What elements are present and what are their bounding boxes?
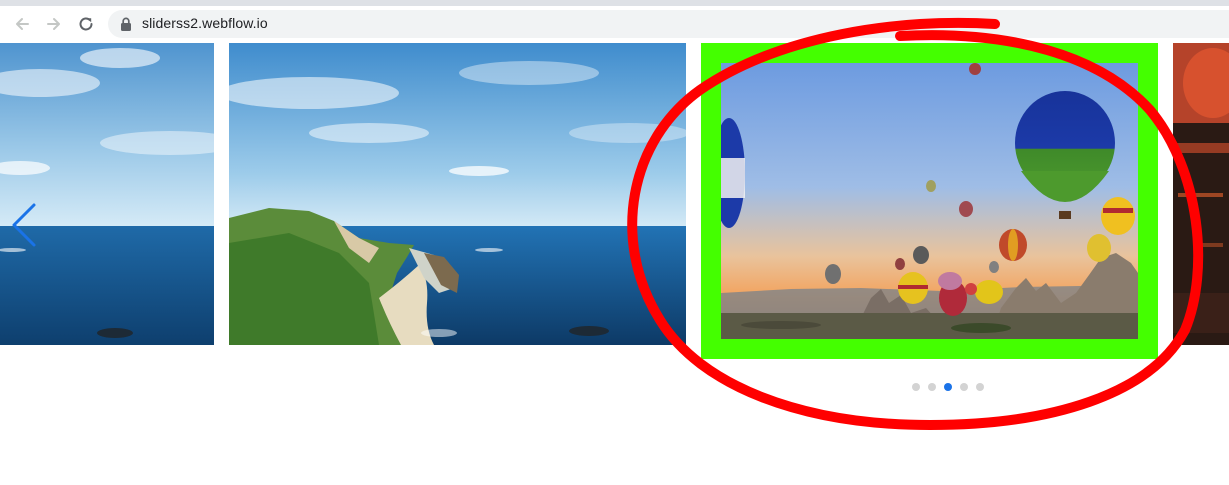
- slider-dot-1[interactable]: [912, 383, 920, 391]
- forward-button[interactable]: [41, 11, 67, 37]
- slide-1[interactable]: [0, 43, 214, 345]
- slide-1-photo: [0, 43, 214, 345]
- image-slider: [0, 43, 1229, 485]
- slider-dot-2[interactable]: [928, 383, 936, 391]
- browser-toolbar: sliderss2.webflow.io: [0, 0, 1229, 43]
- tab-strip-edge: [0, 0, 1229, 6]
- slider-dot-3-active[interactable]: [944, 383, 952, 391]
- url-text: sliderss2.webflow.io: [142, 15, 268, 31]
- slider-dot-4[interactable]: [960, 383, 968, 391]
- slider-prev-button[interactable]: [6, 201, 40, 249]
- chevron-left-icon: [12, 203, 36, 247]
- arrow-left-icon: [16, 18, 29, 30]
- slider-dot-5[interactable]: [976, 383, 984, 391]
- lock-icon: [121, 17, 131, 31]
- slide-4[interactable]: [1173, 43, 1229, 345]
- slider-dots: [912, 381, 984, 393]
- slide-3-photo: [721, 63, 1138, 339]
- address-bar[interactable]: sliderss2.webflow.io: [108, 10, 1229, 38]
- reload-icon: [79, 17, 93, 31]
- reload-button[interactable]: [73, 11, 99, 37]
- back-button[interactable]: [9, 11, 35, 37]
- slide-2[interactable]: [229, 43, 686, 345]
- arrow-right-icon: [47, 18, 60, 30]
- slide-2-photo: [229, 43, 686, 345]
- slide-3-active[interactable]: [701, 43, 1158, 359]
- slide-4-photo: [1173, 43, 1229, 345]
